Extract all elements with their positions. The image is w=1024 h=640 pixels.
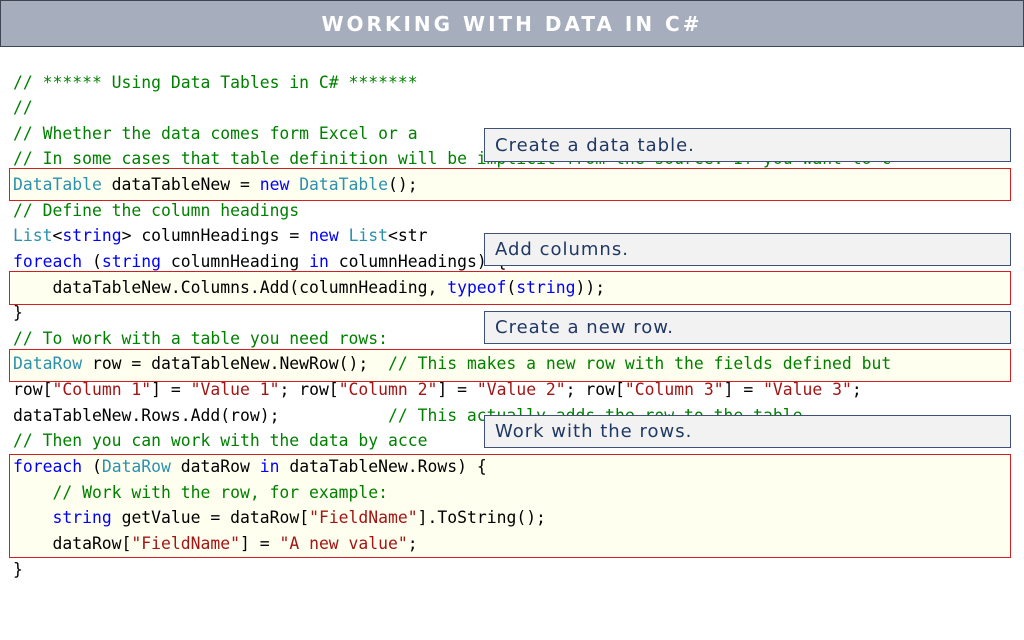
code-token: (); xyxy=(388,175,418,194)
code-token: < xyxy=(52,226,63,245)
code-token: ( xyxy=(82,457,102,476)
code-token: string xyxy=(62,226,122,245)
code-token: // This makes a new row with the fields … xyxy=(388,354,892,373)
code-line-15: // Then you can work with the data by ac… xyxy=(13,431,428,450)
code-token: DataTable xyxy=(13,175,102,194)
code-token: in xyxy=(259,457,280,476)
code-token: new xyxy=(309,226,339,245)
code-token: List xyxy=(348,226,389,245)
code-token: columnHeadings) { xyxy=(328,252,507,271)
callout-add-columns-text: Add columns. xyxy=(495,239,629,260)
code-token: "FieldName" xyxy=(131,534,240,553)
code-token: "Value 2" xyxy=(476,380,566,399)
code-line-8: foreach (string columnHeading in columnH… xyxy=(13,250,506,274)
code-line-7: List<string> columnHeadings = new List<s… xyxy=(13,224,428,248)
code-line-2: // xyxy=(13,98,33,117)
code-token: columnHeading xyxy=(161,252,310,271)
code-token: ] = xyxy=(239,534,280,553)
code-line-19: dataRow["FieldName"] = "A new value"; xyxy=(13,532,418,556)
code-line-12: DataRow row = dataTableNew.NewRow(); // … xyxy=(13,352,891,376)
code-token: ( xyxy=(506,278,517,297)
code-token: row[ xyxy=(13,380,53,399)
code-token: "FieldName" xyxy=(309,508,418,527)
code-token: string xyxy=(52,508,112,527)
code-token: ; xyxy=(851,380,862,399)
code-token: foreach xyxy=(13,252,83,271)
code-token: string xyxy=(101,252,162,271)
code-token: typeof xyxy=(447,278,507,297)
code-token: string xyxy=(516,278,576,297)
code-token: ].ToString(); xyxy=(417,508,546,527)
code-token: dataTableNew.Rows) { xyxy=(279,457,487,476)
code-line-4-part-1: // In some cases that table definition w… xyxy=(13,149,428,168)
code-token: getValue = dataRow[ xyxy=(111,508,310,527)
code-token: "Value 3" xyxy=(763,380,852,399)
code-line-20: } xyxy=(13,560,23,579)
code-token: ; row[ xyxy=(279,380,339,399)
code-line-3: // Whether the data comes form Excel or … xyxy=(13,124,418,143)
code-token: "Value 1" xyxy=(190,380,280,399)
code-token: "Column 2" xyxy=(338,380,438,399)
code-token: DataRow xyxy=(13,354,83,373)
callout-create-table: Create a data table. xyxy=(484,128,1011,162)
callout-create-row: Create a new row. xyxy=(484,311,1011,344)
code-line-1: // ****** Using Data Tables in C# ******… xyxy=(13,73,418,92)
code-token: "A new value" xyxy=(279,534,408,553)
code-token: dataRow xyxy=(170,457,260,476)
callout-work-rows: Work with the rows. xyxy=(484,415,1011,448)
code-line-16: foreach (DataRow dataRow in dataTableNew… xyxy=(13,455,487,479)
code-token: DataRow xyxy=(101,457,171,476)
code-line-17: // Work with the row, for example: xyxy=(13,483,388,502)
code-token: dataTableNew.Columns.Add(columnHeading, xyxy=(13,278,448,297)
code-token: ( xyxy=(82,252,102,271)
code-token: <str xyxy=(388,226,428,245)
code-token: dataRow[ xyxy=(13,534,132,553)
code-line-10: } xyxy=(13,303,23,322)
code-token: dataTableNew.Rows.Add(row); xyxy=(13,406,388,425)
code-token: dataTableNew = xyxy=(101,175,260,194)
code-token: > columnHeadings = xyxy=(121,226,310,245)
code-line-18: string getValue = dataRow["FieldName"].T… xyxy=(13,506,546,530)
callout-add-columns: Add columns. xyxy=(484,233,1011,266)
code-token: DataTable xyxy=(299,175,388,194)
code-line-6: // Define the column headings xyxy=(13,201,300,220)
code-token: row = dataTableNew.NewRow(); xyxy=(82,354,388,373)
code-line-5: DataTable dataTableNew = new DataTable()… xyxy=(13,173,418,197)
code-token: foreach xyxy=(13,457,83,476)
code-token: "Column 3" xyxy=(624,380,724,399)
code-line-9: dataTableNew.Columns.Add(columnHeading, … xyxy=(13,276,605,300)
code-token: "Column 1" xyxy=(52,380,152,399)
code-line-11: // To work with a table you need rows: xyxy=(13,329,388,348)
callout-create-table-text: Create a data table. xyxy=(495,134,695,156)
code-token: new xyxy=(259,175,290,194)
code-token: ; row[ xyxy=(565,380,625,399)
code-token: ; xyxy=(407,534,418,553)
code-line-13: row["Column 1"] = "Value 1"; row["Column… xyxy=(13,378,862,402)
code-token: )); xyxy=(575,278,606,297)
callout-work-rows-text: Work with the rows. xyxy=(495,421,693,442)
code-token: in xyxy=(309,252,329,271)
callout-create-row-text: Create a new row. xyxy=(495,317,675,338)
code-token: ] = xyxy=(151,380,191,399)
code-token: List xyxy=(13,226,53,245)
code-token: ] = xyxy=(437,380,477,399)
code-token: ] = xyxy=(723,380,764,399)
